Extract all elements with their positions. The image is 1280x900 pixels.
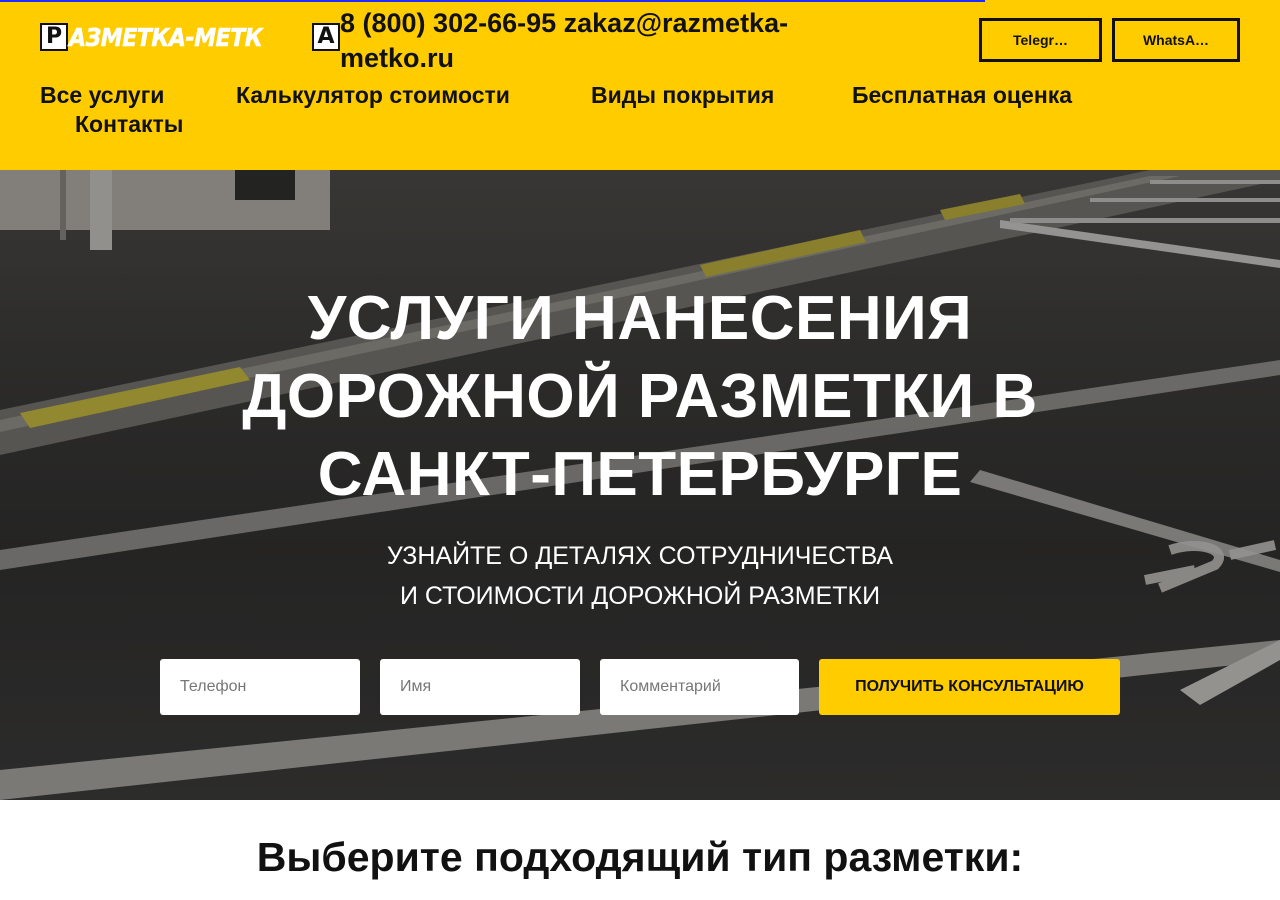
name-field[interactable]	[380, 659, 580, 715]
consultation-form: ПОЛУЧИТЬ КОНСУЛЬТАЦИЮ	[160, 659, 1120, 715]
hero-subtitle-line-1: УЗНАЙТЕ О ДЕТАЛЯХ СОТРУДНИЧЕСТВА	[386, 542, 894, 570]
header-contacts[interactable]: 8 (800) 302-66-95 zakaz@razmetka-metko.r…	[340, 6, 860, 76]
hero-subtitle: УЗНАЙТЕ О ДЕТАЛЯХ СОТРУДНИЧЕСТВА И СТОИМ…	[240, 536, 1040, 616]
hero-title: УСЛУГИ НАНЕСЕНИЯ ДОРОЖНОЙ РАЗМЕТКИ В САН…	[242, 284, 1038, 509]
logo[interactable]: P АЗМЕТКА-МЕТК A	[40, 22, 340, 52]
hero-section: УСЛУГИ НАНЕСЕНИЯ ДОРОЖНОЙ РАЗМЕТКИ В САН…	[0, 170, 1280, 800]
whatsapp-button[interactable]: WhatsA…	[1112, 18, 1240, 62]
nav-item-cost-calculator[interactable]: Калькулятор стоимости	[236, 81, 510, 110]
logo-letter-p: P	[40, 23, 68, 51]
nav-item-contacts[interactable]: Контакты	[75, 110, 183, 139]
nav-item-free-estimate[interactable]: Бесплатная оценка	[852, 81, 1072, 110]
nav-item-coating-types[interactable]: Виды покрытия	[591, 81, 774, 110]
comment-field[interactable]	[600, 659, 799, 715]
contacts-text[interactable]: 8 (800) 302-66-95 zakaz@razmetka-metko.r…	[340, 8, 788, 73]
logo-letter-a: A	[312, 23, 340, 51]
hero-subtitle-line-2: И СТОИМОСТИ ДОРОЖНОЙ РАЗМЕТКИ	[399, 582, 881, 610]
main-nav: Все услуги Калькулятор стоимости Виды по…	[40, 81, 1240, 141]
section-title: Выберите подходящий тип разметки:	[256, 834, 1024, 880]
site-header: P АЗМЕТКА-МЕТК A 8 (800) 302-66-95 zakaz…	[0, 0, 1280, 170]
phone-field[interactable]	[160, 659, 360, 715]
telegram-button[interactable]: Telegr…	[979, 18, 1102, 62]
nav-item-all-services[interactable]: Все услуги	[40, 81, 164, 110]
get-consultation-button[interactable]: ПОЛУЧИТЬ КОНСУЛЬТАЦИЮ	[819, 659, 1120, 715]
logo-text: АЗМЕТКА-МЕТК	[69, 22, 263, 52]
scroll-progress-bar	[0, 0, 985, 2]
